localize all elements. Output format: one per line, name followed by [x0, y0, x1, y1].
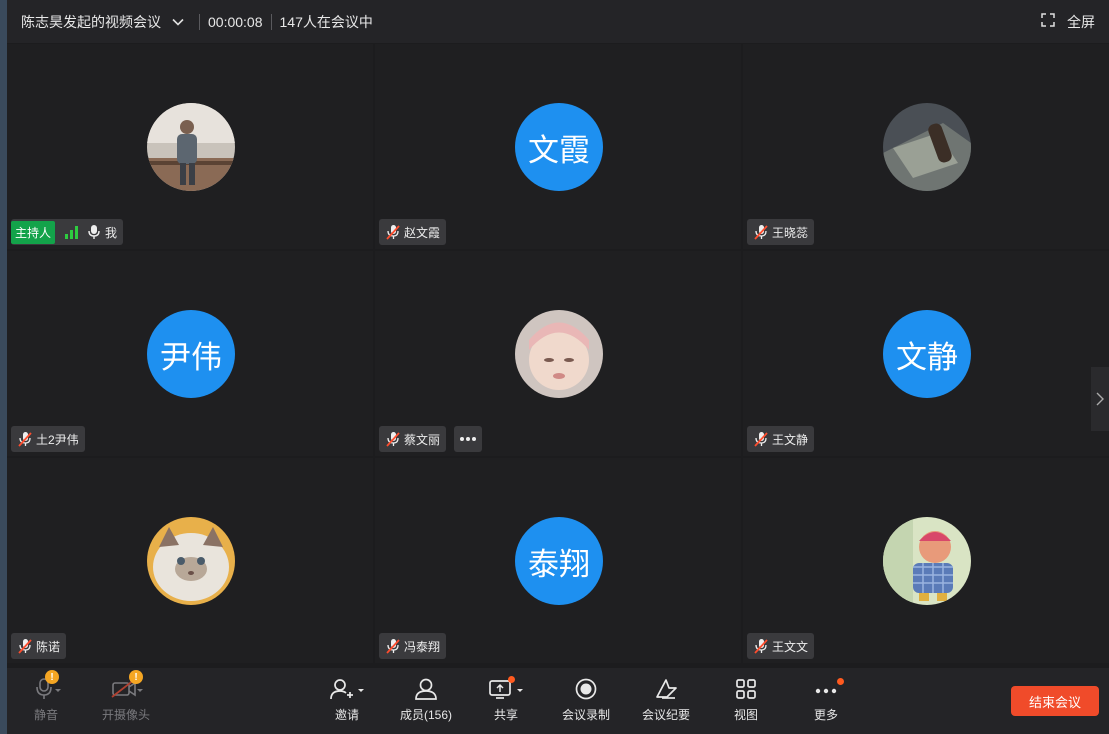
more-options-button[interactable] — [454, 426, 482, 452]
avatar: 尹伟 — [147, 310, 235, 398]
members-button[interactable]: 成员(156) — [391, 676, 461, 726]
participant-tile[interactable]: 尹伟 土2尹伟 — [7, 251, 373, 456]
microphone-icon: ! — [31, 670, 61, 702]
avatar — [883, 103, 971, 191]
fullscreen-label: 全屏 — [1067, 13, 1095, 30]
nametag: 蔡文丽 — [379, 426, 447, 452]
camera-label: 开摄像头 — [101, 708, 150, 722]
warning-badge: ! — [45, 670, 59, 684]
more-label: 更多 — [813, 708, 838, 722]
more-button[interactable]: 更多 — [791, 676, 861, 726]
participant-name: 王晓蕊 — [772, 225, 809, 240]
participant-name: 陈诺 — [36, 639, 61, 654]
participant-tile[interactable]: 王文文 — [743, 458, 1109, 663]
participant-tile[interactable]: 文霞 赵文霞 — [375, 44, 741, 249]
avatar: 文静 — [883, 310, 971, 398]
desktop-background-strip — [0, 0, 7, 734]
nametag: 王文静 — [747, 426, 815, 452]
signal-bars-icon — [65, 225, 80, 239]
participant-name: 我 — [105, 225, 118, 240]
avatar — [883, 517, 971, 605]
avatar: 泰翔 — [515, 517, 603, 605]
mute-label: 静音 — [33, 708, 58, 722]
mic-muted-icon — [752, 637, 770, 655]
invite-button[interactable]: 邀请 — [312, 676, 382, 726]
video-grid: 主持人 我 文霞 赵文霞 王晓蕊 尹伟 土2尹伟 蔡文丽 文静 王文静 陈诺 泰… — [7, 44, 1109, 665]
chevron-down-icon[interactable] — [169, 13, 187, 31]
mic-muted-icon — [16, 430, 34, 448]
participant-tile[interactable]: 陈诺 — [7, 458, 373, 663]
participant-name: 蔡文丽 — [404, 432, 441, 447]
nametag: 王晓蕊 — [747, 219, 815, 245]
participant-tile[interactable]: 泰翔 冯泰翔 — [375, 458, 741, 663]
nametag: 主持人 我 — [11, 219, 124, 245]
avatar — [147, 517, 235, 605]
notification-dot — [837, 678, 844, 685]
avatar: 文霞 — [515, 103, 603, 191]
nametag: 土2尹伟 — [11, 426, 85, 452]
divider — [270, 13, 272, 30]
end-meeting-button[interactable]: 结束会议 — [1011, 686, 1099, 716]
avatar — [515, 310, 603, 398]
mute-button[interactable]: ! 静音 — [11, 670, 81, 726]
ai-minutes-icon — [653, 676, 679, 702]
chevron-right-icon — [1096, 392, 1104, 406]
participant-name: 王文文 — [772, 639, 809, 654]
nametag: 王文文 — [747, 633, 815, 659]
add-user-icon — [328, 676, 366, 702]
minutes-label: 会议纪要 — [641, 708, 690, 722]
participant-name: 冯泰翔 — [404, 639, 441, 654]
camera-button[interactable]: ! 开摄像头 — [91, 670, 161, 726]
nametag: 冯泰翔 — [379, 633, 447, 659]
fullscreen-icon — [1041, 13, 1055, 30]
members-label: 成员(156) — [399, 708, 452, 722]
share-label: 共享 — [493, 708, 518, 722]
host-badge: 主持人 — [11, 220, 56, 244]
grid-view-icon — [734, 676, 758, 702]
mic-muted-icon — [384, 430, 402, 448]
meeting-title: 陈志昊发起的视频会议 — [21, 13, 161, 30]
participant-name: 土2尹伟 — [36, 432, 79, 447]
bottom-toolbar: ! 静音 ! 开摄像头 邀请 成员(156) 共享 会议录制 会议纪要 视图 更… — [7, 668, 1109, 734]
record-icon — [574, 676, 598, 702]
notification-dot — [508, 676, 515, 683]
participant-tile[interactable]: 蔡文丽 — [375, 251, 741, 456]
minutes-button[interactable]: 会议纪要 — [631, 676, 701, 726]
microphone-icon — [85, 223, 103, 241]
record-label: 会议录制 — [561, 708, 610, 722]
fullscreen-button[interactable]: 全屏 — [1041, 0, 1095, 43]
participant-name: 赵文霞 — [404, 225, 441, 240]
meeting-timer: 00:00:08 — [208, 13, 263, 30]
more-dots-icon — [813, 676, 844, 702]
user-icon — [413, 676, 439, 702]
titlebar: 陈志昊发起的视频会议 00:00:08 147人在会议中 全屏 — [7, 0, 1109, 43]
mic-muted-icon — [752, 430, 770, 448]
share-button[interactable]: 共享 — [471, 676, 541, 726]
invite-label: 邀请 — [334, 708, 359, 722]
participant-tile[interactable]: 主持人 我 — [7, 44, 373, 249]
mic-muted-icon — [16, 637, 34, 655]
divider — [199, 13, 200, 30]
mic-muted-icon — [752, 223, 770, 241]
participant-count: 147人在会议中 — [279, 13, 373, 30]
warning-badge: ! — [129, 670, 143, 684]
mic-muted-icon — [384, 637, 402, 655]
view-label: 视图 — [733, 708, 758, 722]
meeting-window: 陈志昊发起的视频会议 00:00:08 147人在会议中 全屏 主持人 我 文霞… — [7, 0, 1109, 734]
participant-name: 王文静 — [772, 432, 809, 447]
mic-muted-icon — [384, 223, 402, 241]
nametag: 赵文霞 — [379, 219, 447, 245]
participant-tile[interactable]: 王晓蕊 — [743, 44, 1109, 249]
camera-off-icon: ! — [109, 670, 143, 702]
nametag: 陈诺 — [11, 633, 67, 659]
avatar — [147, 103, 235, 191]
screen-share-icon — [487, 676, 525, 702]
record-button[interactable]: 会议录制 — [551, 676, 621, 726]
view-button[interactable]: 视图 — [711, 676, 781, 726]
more-dots-icon — [460, 437, 476, 441]
next-page-button[interactable] — [1091, 367, 1109, 431]
participant-tile[interactable]: 文静 王文静 — [743, 251, 1109, 456]
